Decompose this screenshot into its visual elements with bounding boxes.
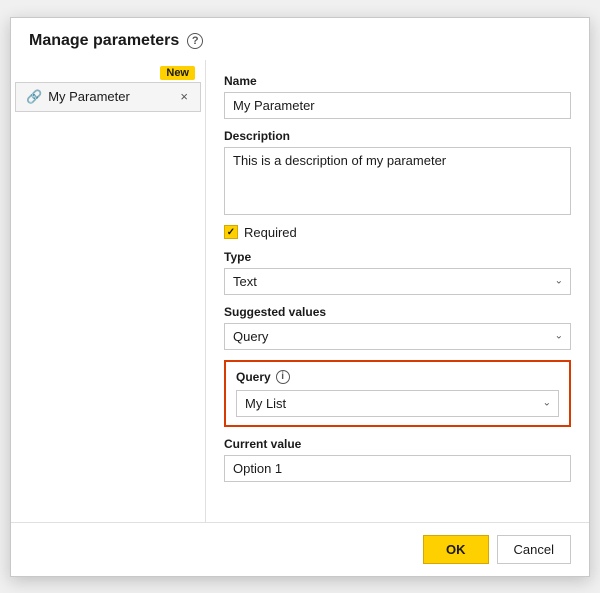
description-field-group: Description This is a description of my … [224, 129, 571, 215]
name-label: Name [224, 74, 571, 88]
query-label-row: Query i [236, 370, 559, 384]
parameter-name: My Parameter [48, 89, 130, 104]
suggested-values-label: Suggested values [224, 305, 571, 319]
suggested-values-field-group: Suggested values Query Any value List of… [224, 305, 571, 350]
query-info-icon[interactable]: i [276, 370, 290, 384]
ok-button[interactable]: OK [423, 535, 489, 564]
name-input[interactable] [224, 92, 571, 119]
right-panel: Name Description This is a description o… [206, 60, 589, 522]
parameter-icon: 🔗 [26, 89, 42, 105]
new-badge: New [160, 66, 195, 80]
close-parameter-button[interactable]: × [178, 89, 190, 104]
query-label: Query [236, 370, 271, 384]
dialog-header: Manage parameters ? [11, 18, 589, 60]
description-label: Description [224, 129, 571, 143]
required-row: Required [224, 225, 571, 240]
suggested-values-select-wrapper: Query Any value List of values ⌄ [224, 323, 571, 350]
dialog-body: New 🔗 My Parameter × Name Description Th… [11, 60, 589, 522]
query-select-wrapper: My List ⌄ [236, 390, 559, 417]
current-value-label: Current value [224, 437, 571, 451]
description-input[interactable]: This is a description of my parameter [224, 147, 571, 215]
current-value-input[interactable] [224, 455, 571, 482]
help-icon[interactable]: ? [187, 33, 203, 49]
cancel-button[interactable]: Cancel [497, 535, 571, 564]
query-section: Query i My List ⌄ [224, 360, 571, 427]
required-checkbox[interactable] [224, 225, 238, 239]
type-field-group: Type Text Decimal Number True/False Date… [224, 250, 571, 295]
type-select[interactable]: Text Decimal Number True/False Date Date… [224, 268, 571, 295]
name-field-group: Name [224, 74, 571, 119]
new-badge-row: New [11, 60, 205, 82]
left-panel: New 🔗 My Parameter × [11, 60, 206, 522]
current-value-field-group: Current value [224, 437, 571, 482]
query-select[interactable]: My List [236, 390, 559, 417]
type-label: Type [224, 250, 571, 264]
dialog-title: Manage parameters [29, 32, 179, 50]
required-label: Required [244, 225, 297, 240]
suggested-values-select[interactable]: Query Any value List of values [224, 323, 571, 350]
type-select-wrapper: Text Decimal Number True/False Date Date… [224, 268, 571, 295]
parameter-list-item[interactable]: 🔗 My Parameter × [15, 82, 201, 112]
dialog-footer: OK Cancel [11, 522, 589, 576]
manage-parameters-dialog: Manage parameters ? New 🔗 My Parameter ×… [10, 17, 590, 577]
param-item-left: 🔗 My Parameter [26, 89, 130, 105]
